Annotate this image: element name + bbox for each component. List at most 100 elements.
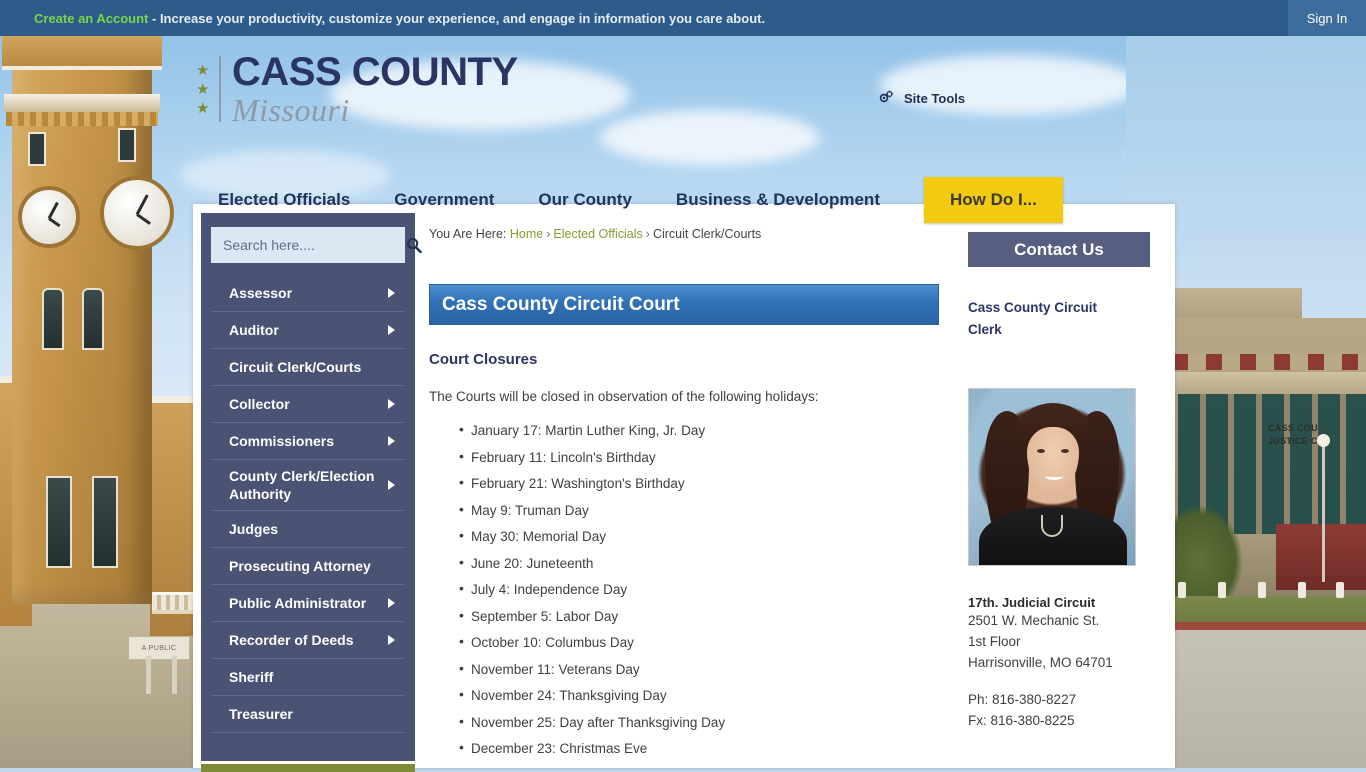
sidebar-item-label: Circuit Clerk/Courts [229, 359, 362, 375]
logo-secondary-text: Missouri [232, 92, 350, 128]
sidebar-item-sheriff[interactable]: Sheriff [211, 659, 405, 696]
justice-center-building-sign: CASS COU JUSTICE CE [1268, 422, 1366, 448]
breadcrumb-separator: › [645, 227, 650, 241]
holiday-list-item: July 4: Independence Day [429, 580, 949, 598]
sidebar-item-assessor[interactable]: Assessor [211, 275, 405, 312]
nav-item-government[interactable]: Government [372, 177, 516, 223]
bollard [1178, 582, 1186, 598]
justice-center-sign-line1: CASS COU [1268, 423, 1318, 433]
sidebar-item-auditor[interactable]: Auditor [211, 312, 405, 349]
star-icon: ★ [196, 61, 210, 79]
bollard [1336, 582, 1344, 598]
sidebar-item-collector[interactable]: Collector [211, 386, 405, 423]
holiday-list-item: December 23: Christmas Eve [429, 739, 949, 757]
chevron-right-icon [388, 635, 395, 645]
portrait-face [1027, 427, 1079, 493]
tower-lower-window [92, 476, 118, 568]
address-line-2: 1st Floor [968, 634, 1021, 649]
sidebar-item-label: Judges [229, 521, 279, 537]
justice-center-entrance-block [1276, 524, 1366, 590]
account-promo-message: Create an Account - Increase your produc… [0, 11, 765, 26]
address-line-1: 2501 W. Mechanic St. [968, 613, 1100, 628]
holiday-list-item: February 11: Lincoln's Birthday [429, 448, 949, 466]
gear-icon [878, 89, 896, 108]
contact-us-header: Contact Us [968, 232, 1150, 267]
holiday-list-item: May 9: Truman Day [429, 501, 949, 519]
chevron-right-icon [388, 288, 395, 298]
sidebar-item-label: Sheriff [229, 669, 274, 685]
portrait-eye [1037, 449, 1045, 453]
holiday-list-item: February 21: Washington's Birthday [429, 474, 949, 492]
logo-primary-text: CASS COUNTY [232, 50, 518, 94]
sidebar-item-public-administrator[interactable]: Public Administrator [211, 585, 405, 622]
search-input[interactable] [221, 236, 406, 254]
sidebar-item-judges[interactable]: Judges [211, 511, 405, 548]
holiday-list-item: November 24: Thanksgiving Day [429, 686, 949, 704]
holiday-list-item: October 10: Columbus Day [429, 633, 949, 651]
breadcrumb-prefix: You Are Here: [429, 227, 507, 241]
promo-text: - Increase your productivity, customize … [148, 10, 766, 26]
section-heading-court-closures: Court Closures [429, 351, 538, 368]
contact-sidebar: Contact Us Cass County Circuit Clerk 17t… [968, 213, 1167, 731]
holiday-list-item: June 20: Juneteenth [429, 554, 949, 572]
search-icon[interactable] [406, 237, 422, 254]
sidebar-item-label: Prosecuting Attorney [229, 558, 371, 574]
lawn-post [146, 656, 151, 694]
logo-stars: ★ ★ ★ [196, 63, 211, 116]
holiday-closure-list: January 17: Martin Luther King, Jr. Day F… [429, 421, 949, 757]
tower-arched-window [82, 288, 104, 350]
breadcrumb-link-home[interactable]: Home [510, 227, 543, 241]
sidebar-item-label: Treasurer [229, 706, 293, 722]
sidebar-item-county-clerk-election-authority[interactable]: County Clerk/Election Authority [211, 460, 405, 511]
site-logo[interactable]: ★ ★ ★ CASS COUNTY Missouri [196, 52, 518, 126]
tower-arched-window [42, 288, 64, 350]
sidebar-item-prosecuting-attorney[interactable]: Prosecuting Attorney [211, 548, 405, 585]
utility-top-bar: Create an Account - Increase your produc… [0, 0, 1366, 36]
nav-item-elected-officials[interactable]: Elected Officials [196, 177, 372, 223]
sidebar-item-label: Collector [229, 396, 290, 412]
chevron-right-icon [388, 598, 395, 608]
phone-number: Ph: 816-380-8227 [968, 692, 1077, 707]
circuit-clerk-portrait-photo [968, 388, 1136, 566]
sidebar-bottom-accent [201, 764, 415, 772]
holiday-list-item: November 11: Veterans Day [429, 660, 949, 678]
nav-item-our-county[interactable]: Our County [516, 177, 654, 223]
breadcrumb-link-elected-officials[interactable]: Elected Officials [553, 227, 642, 241]
nav-item-business-development[interactable]: Business & Development [654, 177, 902, 223]
holiday-list-item: January 17: Martin Luther King, Jr. Day [429, 421, 949, 439]
page-title-banner: Cass County Circuit Court [429, 284, 939, 325]
bollard [1298, 582, 1306, 598]
bollard [1218, 582, 1226, 598]
nav-item-how-do-i[interactable]: How Do I... [923, 177, 1063, 223]
chevron-right-icon [388, 436, 395, 446]
sidebar-item-label: Public Administrator [229, 595, 367, 611]
sidebar-item-label: Recorder of Deeds [229, 632, 354, 648]
fax-number: Fx: 816-380-8225 [968, 713, 1075, 728]
sidebar-item-recorder-of-deeds[interactable]: Recorder of Deeds [211, 622, 405, 659]
sign-in-button[interactable]: Sign In [1288, 0, 1366, 36]
sidebar-search-box[interactable] [211, 227, 422, 263]
sidebar-item-treasurer[interactable]: Treasurer [211, 696, 405, 733]
sidebar-item-commissioners[interactable]: Commissioners [211, 423, 405, 460]
sidebar-item-label: County Clerk/Election Authority [229, 468, 375, 502]
address-line-3: Harrisonville, MO 64701 [968, 655, 1113, 670]
star-icon: ★ [196, 80, 210, 98]
intro-paragraph: The Courts will be closed in observation… [429, 389, 819, 404]
chevron-right-icon [388, 325, 395, 335]
logo-divider [219, 56, 221, 122]
site-tools-label: Site Tools [904, 91, 966, 106]
sidebar-item-circuit-clerk-courts[interactable]: Circuit Clerk/Courts [211, 349, 405, 386]
site-tools-button[interactable]: Site Tools [878, 89, 965, 108]
sidebar-item-label: Commissioners [229, 433, 335, 449]
holiday-list-item: May 30: Memorial Day [429, 527, 949, 545]
main-content-column: You Are Here: Home › Elected Officials › Cir… [429, 213, 949, 767]
create-account-link[interactable]: Create an Account [34, 11, 148, 26]
site-header: ★ ★ ★ CASS COUNTY Missouri Site Tools El… [0, 36, 1366, 223]
star-icon: ★ [196, 99, 210, 117]
tower-lower-window [46, 476, 72, 568]
portrait-smile [1045, 473, 1063, 480]
content-panel: Assessor Auditor Circuit Clerk/Courts Colle… [193, 204, 1175, 772]
holiday-list-item: November 25: Day after Thanksgiving Day [429, 713, 949, 731]
courthouse-lawn-sign: A PUBLIC [128, 636, 190, 660]
